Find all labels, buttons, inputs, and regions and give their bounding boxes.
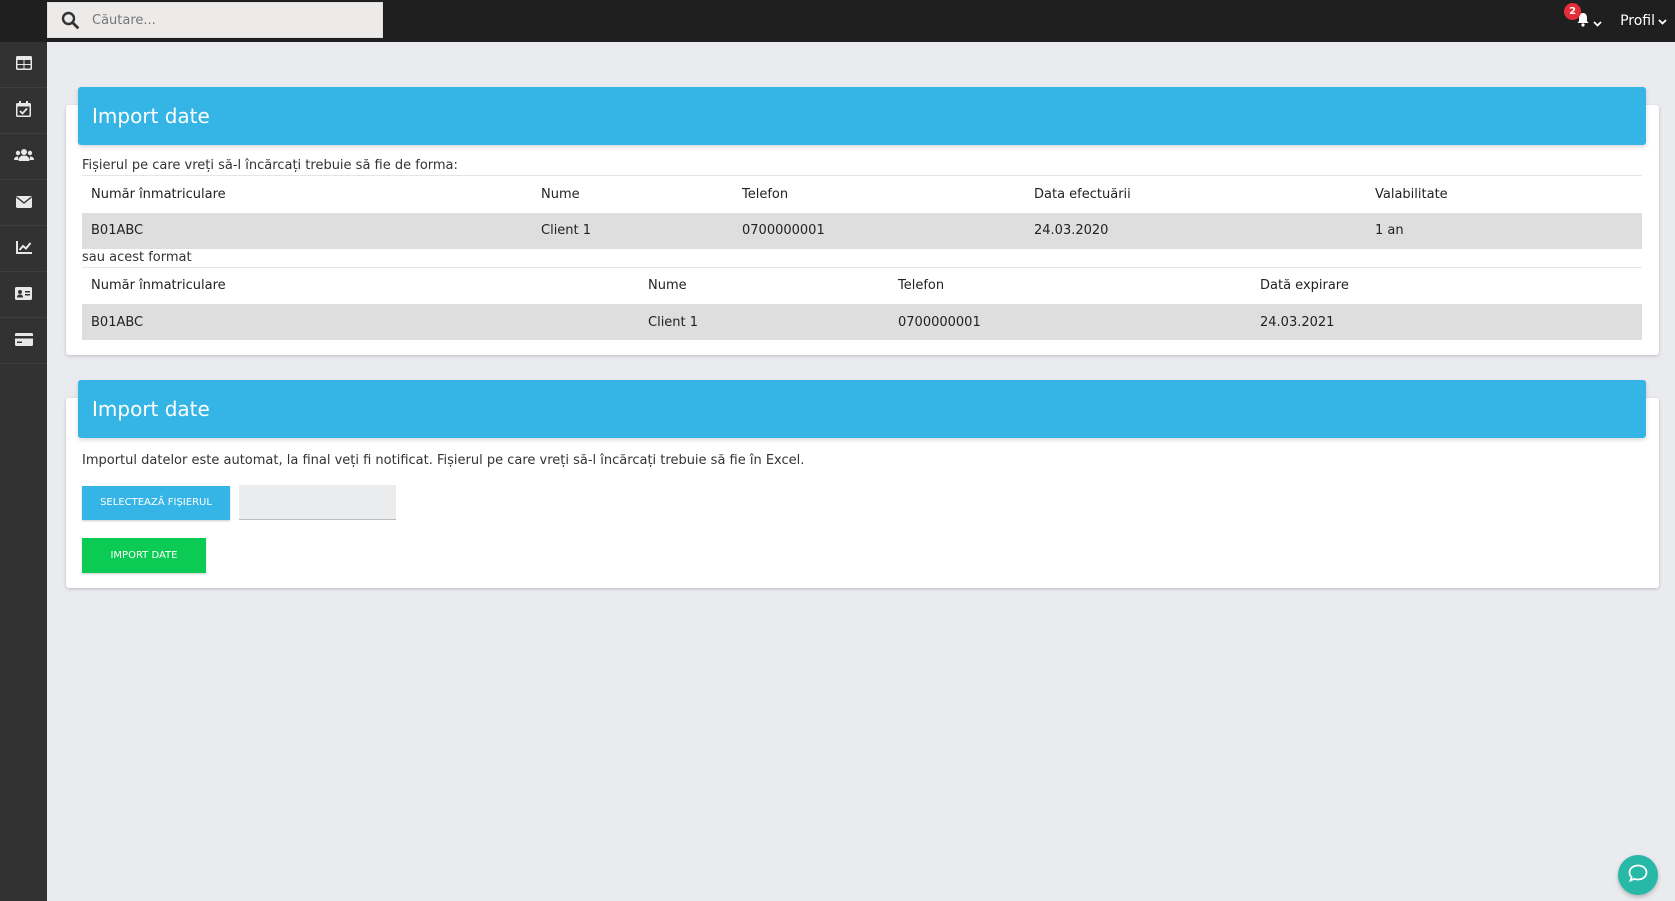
chevron-down-icon — [1593, 12, 1602, 31]
search-input[interactable] — [92, 3, 372, 37]
sidebar-item-contacts[interactable] — [0, 272, 47, 318]
table-cell: Client 1 — [639, 304, 889, 340]
chat-button[interactable] — [1618, 855, 1658, 895]
id-card-icon — [15, 285, 32, 304]
column-header: Număr înmatriculare — [82, 175, 532, 213]
table-cell: B01ABC — [82, 304, 639, 340]
table-cell: B01ABC — [82, 212, 532, 249]
sidebar-item-dashboard[interactable] — [0, 42, 47, 88]
chat-bubble-icon — [1628, 864, 1648, 886]
format-card: Import date Fișierul pe care vreți să-l … — [66, 87, 1659, 355]
sidebar-item-calendar[interactable] — [0, 88, 47, 134]
format-table-2: Număr înmatriculare Nume Telefon Dată ex… — [82, 266, 1642, 340]
format-intro: Fișierul pe care vreți să-l încărcați tr… — [82, 158, 458, 173]
alternative-format-label: sau acest format — [82, 249, 192, 265]
table-cell: 0700000001 — [733, 212, 1025, 249]
table-icon — [15, 55, 32, 74]
notification-badge: 2 — [1564, 2, 1582, 20]
profile-menu[interactable]: Profil — [1620, 13, 1667, 29]
column-header: Telefon — [733, 175, 1025, 213]
notifications-button[interactable]: 2 — [1564, 2, 1602, 31]
table-cell: 0700000001 — [889, 304, 1251, 340]
credit-card-icon — [14, 331, 33, 350]
sidebar-item-clients[interactable] — [0, 134, 47, 180]
sidebar-item-messages[interactable] — [0, 180, 47, 226]
sidebar-item-reports[interactable] — [0, 226, 47, 272]
chart-line-icon — [15, 239, 32, 258]
users-icon — [13, 147, 34, 166]
card-title: Import date — [78, 87, 1646, 145]
column-header: Nume — [532, 175, 733, 213]
format-table-1: Număr înmatriculare Nume Telefon Data ef… — [82, 175, 1642, 249]
import-data-button[interactable]: Import date — [82, 538, 206, 573]
calendar-check-icon — [16, 100, 31, 121]
table-cell: 24.03.2021 — [1251, 304, 1642, 340]
table-row: B01ABC Client 1 0700000001 24.03.2021 — [82, 304, 1642, 340]
chevron-down-icon — [1658, 13, 1667, 29]
column-header: Data efectuării — [1025, 175, 1366, 213]
selected-file-field[interactable] — [239, 485, 396, 520]
column-header: Valabilitate — [1366, 175, 1642, 213]
select-file-button[interactable]: Selectează fișierul — [82, 485, 230, 520]
table-row: B01ABC Client 1 0700000001 24.03.2020 1 … — [82, 212, 1642, 249]
table-cell: 24.03.2020 — [1025, 212, 1366, 249]
column-header: Dată expirare — [1251, 266, 1642, 304]
sidebar-item-payments[interactable] — [0, 318, 47, 364]
profile-label: Profil — [1620, 13, 1655, 29]
import-card: Import date Importul datelor este automa… — [66, 380, 1659, 588]
import-intro: Importul datelor este automat, la final … — [82, 453, 805, 468]
envelope-icon — [15, 193, 32, 212]
column-header: Număr înmatriculare — [82, 266, 639, 304]
card-title: Import date — [78, 380, 1646, 438]
sidebar — [0, 42, 47, 901]
search-box — [47, 2, 383, 38]
table-cell: Client 1 — [532, 212, 733, 249]
search-icon[interactable] — [48, 2, 92, 38]
column-header: Nume — [639, 266, 889, 304]
column-header: Telefon — [889, 266, 1251, 304]
top-bar: 2 Profil — [0, 0, 1675, 42]
table-cell: 1 an — [1366, 212, 1642, 249]
